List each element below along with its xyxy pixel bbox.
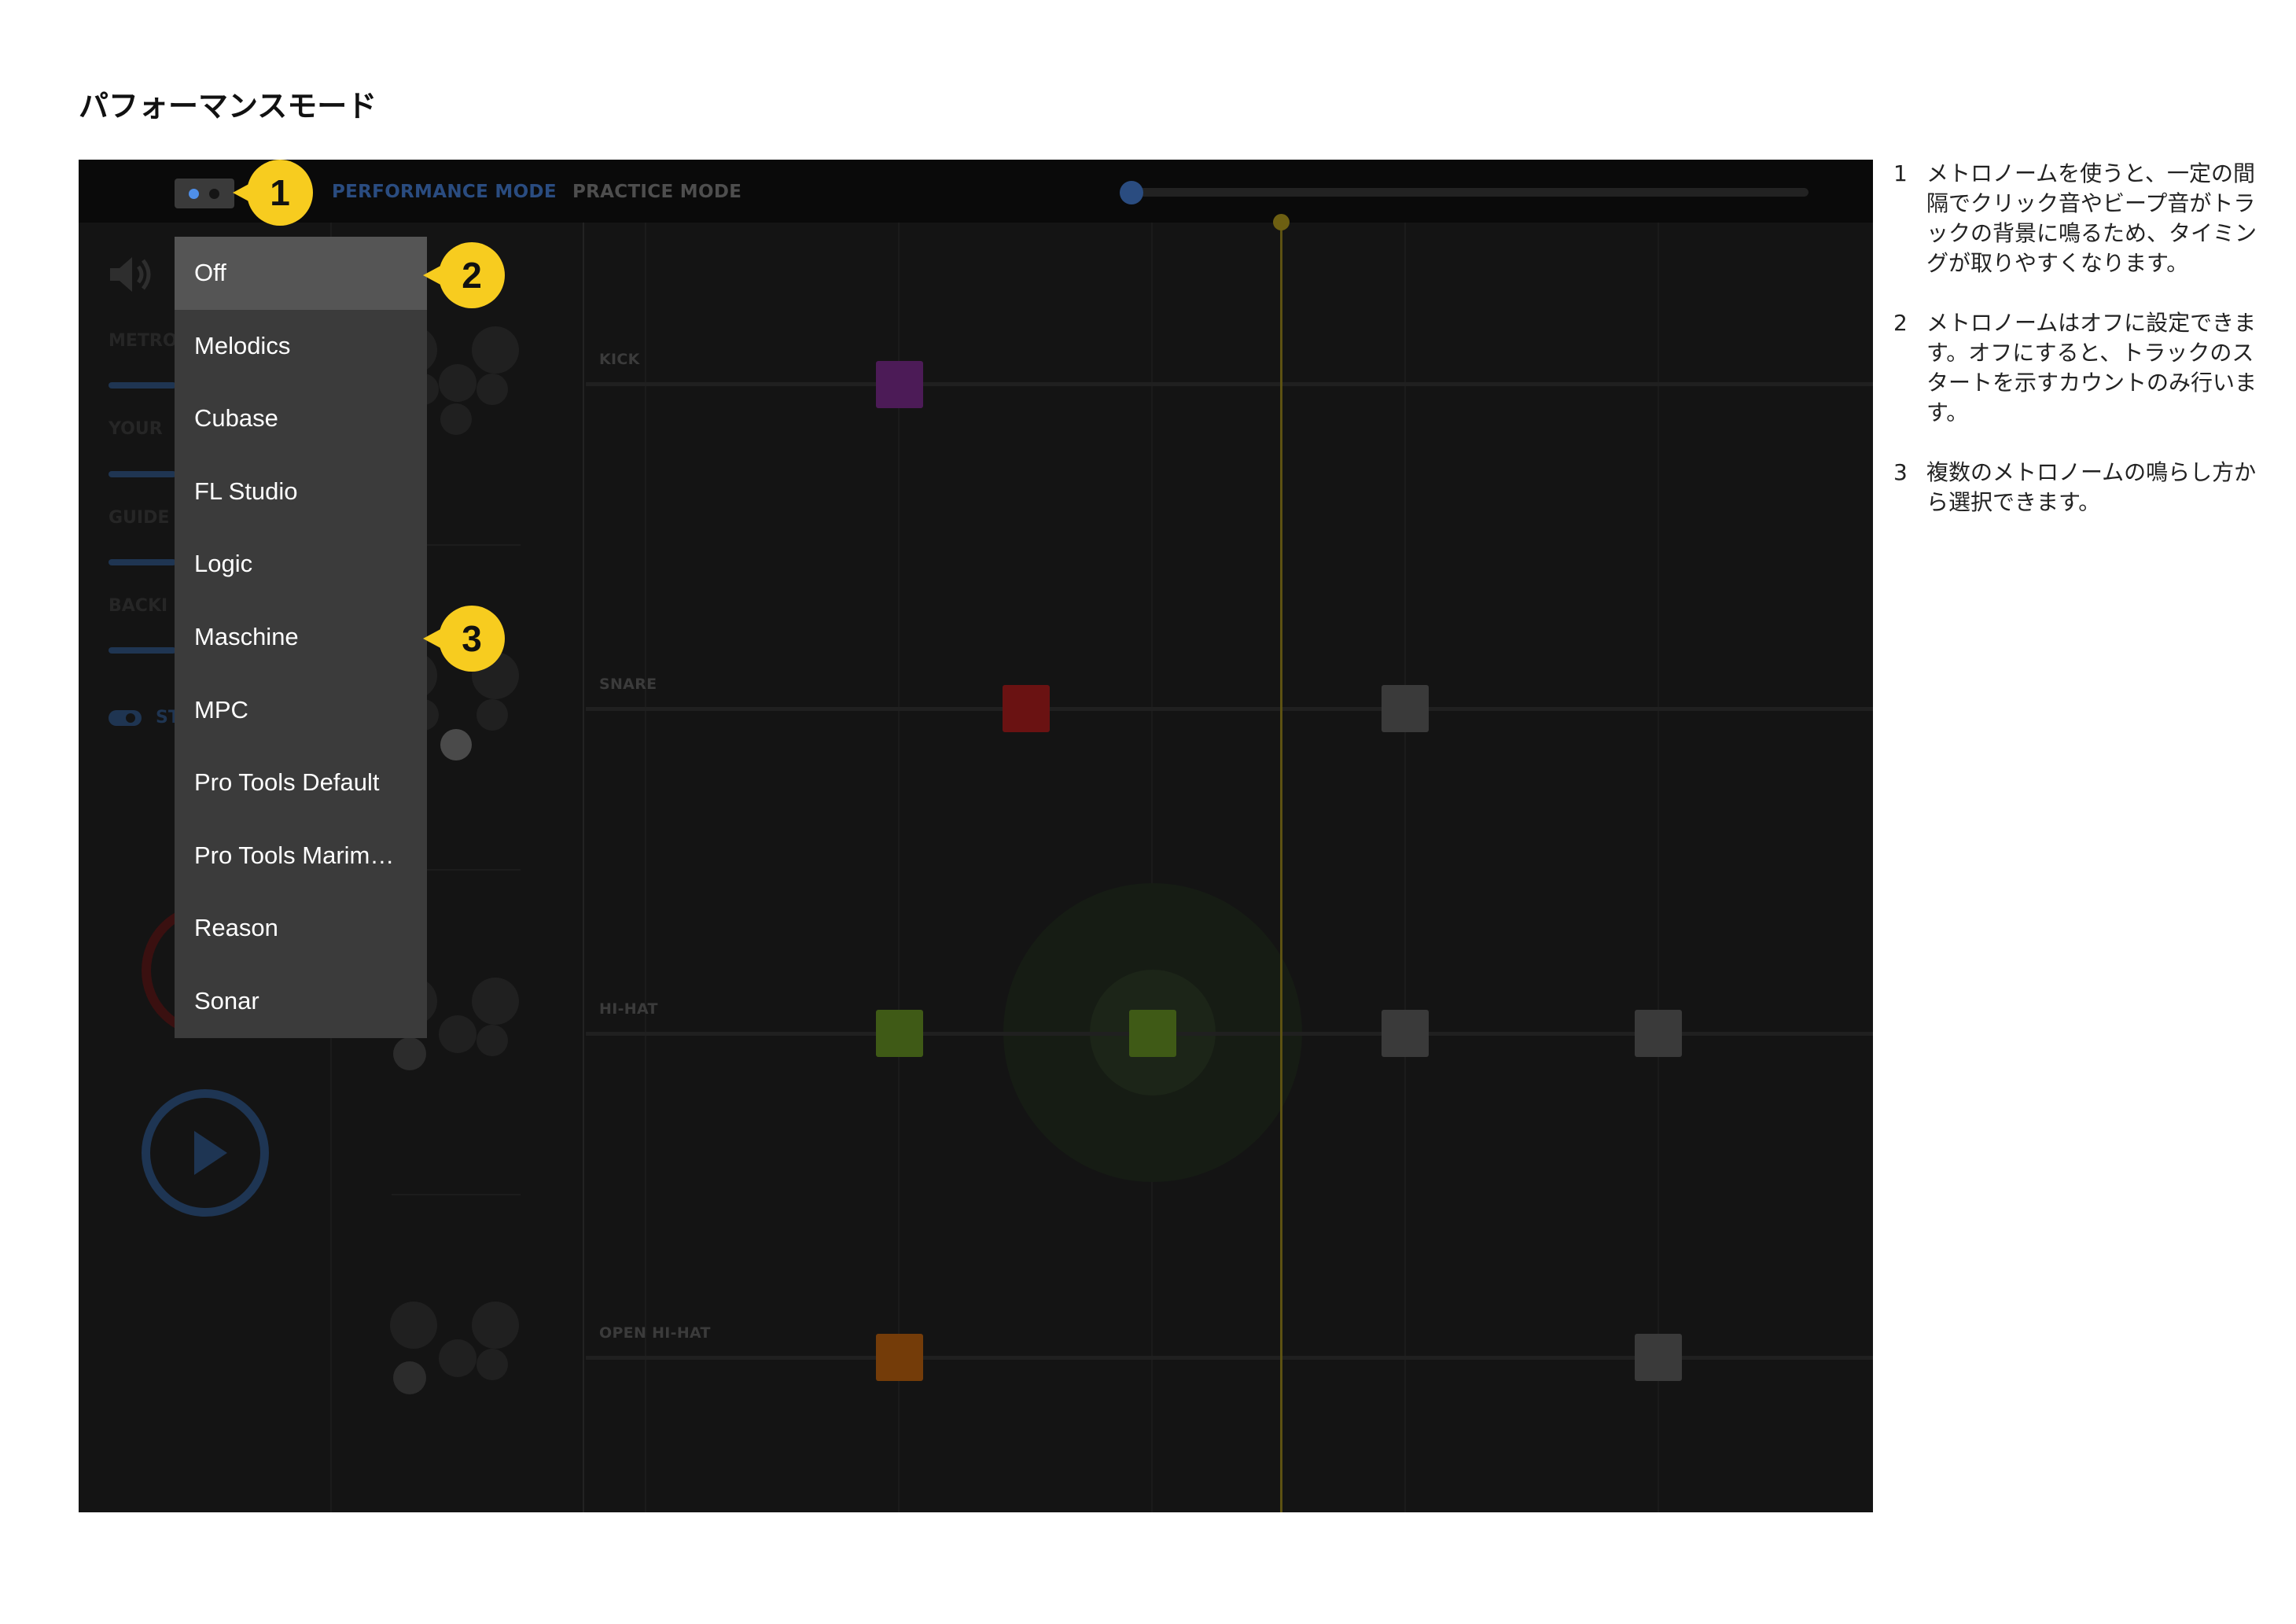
note-text: 複数のメトロノームの鳴らし方から選択できます。 bbox=[1926, 459, 2257, 515]
callout-2: 2 bbox=[439, 242, 505, 308]
note-text: メトロノームはオフに設定できます。オフにすると、トラックのスタートを示すカウント… bbox=[1926, 310, 2257, 425]
menu-item-maschine[interactable]: Maschine bbox=[175, 601, 427, 674]
speaker-icon[interactable] bbox=[109, 254, 156, 295]
note-hihat-inactive bbox=[1382, 1010, 1429, 1057]
menu-item-reason[interactable]: Reason bbox=[175, 892, 427, 965]
metronome-toggle-button[interactable] bbox=[175, 179, 234, 208]
grid-line bbox=[1151, 223, 1153, 1512]
note-number: 2 bbox=[1893, 310, 1908, 336]
grid-line bbox=[645, 223, 646, 1512]
grid-line bbox=[583, 223, 584, 1512]
callout-3: 3 bbox=[439, 606, 505, 672]
note-text: メトロノームを使うと、一定の間隔でクリック音やビープ音がトラックの背景に鳴るため… bbox=[1926, 160, 2257, 276]
metronome-volume-label: METRO bbox=[109, 331, 178, 351]
metronome-sound-menu: Off Melodics Cubase FL Studio Logic Masc… bbox=[175, 237, 427, 1038]
lane-track-snare bbox=[586, 707, 1873, 711]
note-item: 2 メトロノームはオフに設定できます。オフにすると、トラックのスタートを示すカウ… bbox=[1893, 308, 2263, 428]
tab-performance-mode[interactable]: PERFORMANCE MODE bbox=[332, 182, 557, 202]
menu-item-sonar[interactable]: Sonar bbox=[175, 965, 427, 1038]
guide-volume-label: GUIDE bbox=[109, 508, 170, 528]
toggle-dot-inactive bbox=[209, 189, 219, 199]
menu-item-cubase[interactable]: Cubase bbox=[175, 382, 427, 455]
note-open-hihat bbox=[876, 1334, 923, 1381]
grid-line bbox=[1404, 223, 1406, 1512]
notes-panel: 1 メトロノームを使うと、一定の間隔でクリック音やビープ音がトラックの背景に鳴る… bbox=[1893, 159, 2263, 547]
menu-item-off[interactable]: Off bbox=[175, 237, 427, 310]
pad-cluster-open-hihat bbox=[390, 1302, 524, 1412]
callout-1: 1 bbox=[247, 160, 313, 226]
menu-item-melodics[interactable]: Melodics bbox=[175, 310, 427, 383]
menu-item-pro-tools-default[interactable]: Pro Tools Default bbox=[175, 746, 427, 819]
backing-volume-slider[interactable] bbox=[109, 647, 176, 654]
guide-volume-slider[interactable] bbox=[109, 559, 176, 565]
play-button[interactable] bbox=[142, 1089, 269, 1217]
lane-track-kick bbox=[586, 382, 1873, 386]
toggle-dot-active bbox=[189, 189, 199, 199]
grid-line bbox=[898, 223, 900, 1512]
pad-divider bbox=[392, 1194, 521, 1195]
lane-label-snare: SNARE bbox=[599, 676, 657, 693]
note-open-hihat-inactive bbox=[1635, 1334, 1682, 1381]
note-hihat-inactive bbox=[1635, 1010, 1682, 1057]
page-title: パフォーマンスモード bbox=[79, 89, 377, 123]
lane-label-hihat: HI-HAT bbox=[599, 1000, 658, 1018]
playhead bbox=[1280, 223, 1282, 1512]
note-hihat bbox=[876, 1010, 923, 1057]
note-item: 3 複数のメトロノームの鳴らし方から選択できます。 bbox=[1893, 458, 2263, 517]
note-item: 1 メトロノームを使うと、一定の間隔でクリック音やビープ音がトラックの背景に鳴る… bbox=[1893, 159, 2263, 278]
metronome-volume-slider[interactable] bbox=[109, 382, 176, 389]
menu-item-mpc[interactable]: MPC bbox=[175, 674, 427, 747]
note-hihat bbox=[1129, 1010, 1176, 1057]
your-volume-slider[interactable] bbox=[109, 471, 176, 477]
note-number: 1 bbox=[1893, 160, 1908, 186]
note-number: 3 bbox=[1893, 459, 1908, 485]
note-kick bbox=[876, 361, 923, 408]
lane-label-open-hihat: OPEN HI-HAT bbox=[599, 1324, 711, 1342]
grid-line bbox=[1658, 223, 1659, 1512]
sync-toggle[interactable] bbox=[109, 710, 142, 726]
progress-track[interactable] bbox=[1129, 188, 1808, 197]
backing-volume-label: BACKI bbox=[109, 596, 168, 616]
note-snare-inactive bbox=[1382, 685, 1429, 732]
menu-item-logic[interactable]: Logic bbox=[175, 528, 427, 601]
playhead-handle[interactable] bbox=[1273, 214, 1290, 230]
play-icon bbox=[194, 1131, 227, 1175]
top-bar: PERFORMANCE MODE PRACTICE MODE bbox=[79, 160, 1873, 223]
menu-item-fl-studio[interactable]: FL Studio bbox=[175, 455, 427, 528]
progress-handle[interactable] bbox=[1120, 181, 1143, 204]
menu-item-pro-tools-marimba[interactable]: Pro Tools Marim… bbox=[175, 819, 427, 893]
app-window: PERFORMANCE MODE PRACTICE MODE METRO YOU… bbox=[79, 160, 1873, 1512]
lane-label-kick: KICK bbox=[599, 351, 640, 368]
tab-practice-mode[interactable]: PRACTICE MODE bbox=[572, 182, 741, 202]
note-snare bbox=[1003, 685, 1050, 732]
your-volume-label: YOUR bbox=[109, 419, 163, 439]
